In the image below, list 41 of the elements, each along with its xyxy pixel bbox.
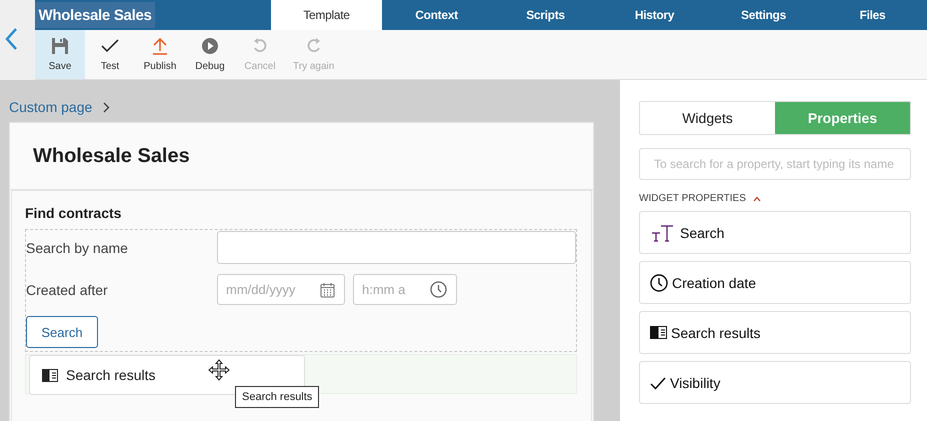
property-item[interactable]: Visibility	[639, 361, 911, 404]
nav-tab[interactable]: Settings	[709, 0, 818, 30]
panel-icon	[42, 368, 58, 382]
upload-icon	[151, 37, 169, 55]
breadcrumb-link[interactable]: Custom page	[9, 99, 92, 115]
save-icon	[51, 37, 69, 55]
test-button[interactable]: Test	[85, 30, 135, 79]
clock-icon	[430, 281, 447, 298]
page-title: Wholesale Sales	[33, 144, 190, 168]
check-icon	[101, 37, 119, 55]
property-search-field[interactable]: To search for a property, start typing its name	[639, 148, 911, 180]
back-icon[interactable]	[4, 27, 18, 51]
nav-tab[interactable]: Files	[818, 0, 927, 30]
text-field[interactable]	[217, 231, 576, 264]
nav-tab[interactable]: Scripts	[491, 0, 600, 30]
field-label: Created after	[26, 282, 109, 298]
property-item[interactable]: Search	[639, 211, 911, 254]
chevron-right-icon	[103, 102, 110, 112]
nav-tab[interactable]: Context	[382, 0, 491, 30]
panel-tab[interactable]: Widgets	[640, 102, 775, 134]
section-heading: WIDGET PROPERTIES	[639, 193, 746, 204]
calendar-icon	[320, 282, 335, 298]
caret-icon[interactable]	[752, 196, 761, 202]
field-label: Search by name	[26, 240, 129, 256]
section-title: Find contracts	[25, 205, 122, 223]
nav-tab[interactable]: Template	[271, 0, 382, 30]
property-item[interactable]: Creation date	[639, 261, 911, 304]
clock-icon	[650, 274, 668, 292]
tooltip: Search results	[235, 386, 320, 408]
panel-icon	[650, 326, 667, 339]
text-type-icon	[650, 224, 676, 242]
move-cursor-icon	[208, 359, 230, 381]
debug-button[interactable]: Debug	[185, 30, 235, 79]
search-button[interactable]: Search	[26, 316, 98, 348]
play-icon	[201, 37, 219, 55]
app-title: Wholesale Sales	[35, 2, 155, 28]
nav-tab[interactable]: History	[600, 0, 709, 30]
check-icon	[650, 376, 666, 390]
publish-button[interactable]: Publish	[135, 30, 185, 79]
property-item[interactable]: Search results	[639, 311, 911, 354]
save-button[interactable]: Save	[35, 30, 85, 79]
